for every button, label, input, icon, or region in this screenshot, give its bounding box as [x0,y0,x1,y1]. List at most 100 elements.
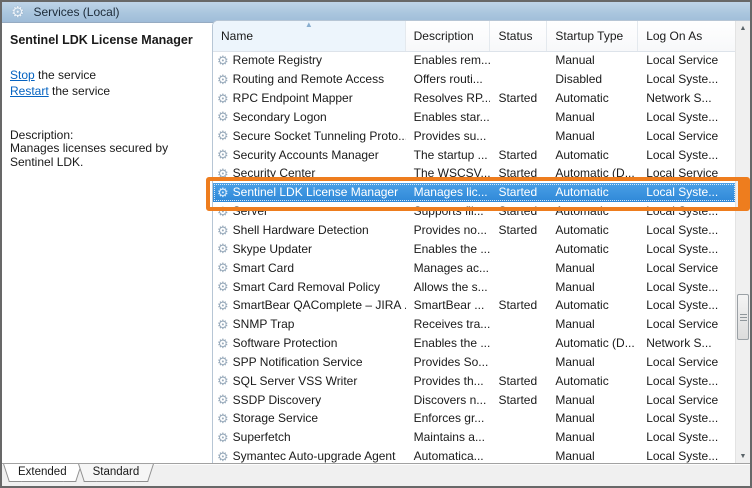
service-row[interactable]: ⚙Routing and Remote Access Offers routi.… [213,70,736,89]
service-gear-icon: ⚙ [217,205,229,218]
service-description: Provides th... [406,374,491,388]
service-log-on-as: Local Syste... [638,374,736,388]
services-gear-icon: ⚙ [11,5,24,20]
service-status: Started [490,204,547,218]
service-row[interactable]: ⚙Software Protection Enables the ... Aut… [213,334,736,353]
service-log-on-as: Local Syste... [638,430,736,444]
service-status: Started [490,91,547,105]
service-startup-type: Automatic [547,374,638,388]
service-gear-icon: ⚙ [217,412,229,425]
service-log-on-as: Local Syste... [638,204,736,218]
service-row[interactable]: ⚙Remote Registry Enables rem... Manual L… [213,51,736,70]
service-row[interactable]: ⚙Superfetch Maintains a... Manual Local … [213,428,736,447]
scroll-down-button[interactable]: ▼ [736,449,750,464]
service-startup-type: Manual [547,317,638,331]
tab-extended[interactable]: Extended [12,464,73,482]
vertical-scrollbar[interactable]: ▲ ▼ [735,21,750,464]
service-name-cell: ⚙SSDP Discovery [213,393,406,407]
service-startup-type: Manual [547,261,638,275]
restart-service-link[interactable]: Restart [10,84,49,98]
service-name: Security Accounts Manager [233,148,379,162]
service-row[interactable]: ⚙SNMP Trap Receives tra... Manual Local … [213,315,736,334]
column-header-name-label: Name [221,29,253,43]
column-header-name[interactable]: ▲ Name [213,21,406,51]
description-label: Description: [10,128,73,142]
list-header: ▲ Name Description Status Startup Type L… [213,21,736,52]
service-row[interactable]: ⚙SmartBear QAComplete – JIRA ... SmartBe… [213,296,736,315]
service-row[interactable]: ⚙Smart Card Removal Policy Allows the s.… [213,277,736,296]
service-name-cell: ⚙Software Protection [213,336,406,350]
service-name-cell: ⚙Smart Card Removal Policy [213,280,406,294]
scroll-up-button[interactable]: ▲ [736,21,750,36]
service-row[interactable]: ⚙Secure Socket Tunneling Proto... Provid… [213,126,736,145]
service-log-on-as: Local Syste... [638,72,736,86]
service-name: Routing and Remote Access [233,72,384,86]
service-gear-icon: ⚙ [217,110,229,123]
service-startup-type: Manual [547,110,638,124]
service-status: Started [490,148,547,162]
service-gear-icon: ⚙ [217,148,229,161]
services-window: ⚙ Services (Local) Sentinel LDK License … [0,0,752,488]
scrollbar-thumb[interactable] [737,294,749,340]
service-startup-type: Manual [547,53,638,67]
service-row[interactable]: ⚙Storage Service Enforces gr... Manual L… [213,409,736,428]
service-startup-type: Automatic (D... [547,336,638,350]
service-name: SNMP Trap [233,317,295,331]
service-row[interactable]: ⚙SSDP Discovery Discovers n... Started M… [213,390,736,409]
service-name-cell: ⚙Remote Registry [213,53,406,67]
stop-service-link[interactable]: Stop [10,68,35,82]
service-row[interactable]: ⚙Secondary Logon Enables star... Manual … [213,108,736,127]
service-name-cell: ⚙SmartBear QAComplete – JIRA ... [213,298,406,312]
column-header-status-label: Status [498,29,532,43]
service-row[interactable]: ⚙Symantec Auto-upgrade Agent Automatica.… [213,447,736,464]
service-name-cell: ⚙Shell Hardware Detection [213,223,406,237]
service-startup-type: Automatic (D... [547,166,638,180]
service-gear-icon: ⚙ [217,186,229,199]
service-name: Server [233,204,268,218]
column-header-log-on-as[interactable]: Log On As [638,21,736,51]
service-status: Started [490,393,547,407]
column-header-description[interactable]: Description [406,21,491,51]
service-status: Started [490,223,547,237]
service-rows: ⚙Remote Registry Enables rem... Manual L… [213,51,736,464]
service-row[interactable]: ⚙Shell Hardware Detection Provides no...… [213,221,736,240]
service-log-on-as: Network S... [638,336,736,350]
service-name: Skype Updater [233,242,312,256]
service-startup-type: Automatic [547,91,638,105]
column-header-startup-type[interactable]: Startup Type [547,21,638,51]
description-text: Manages licenses secured by Sentinel LDK… [10,142,208,169]
service-description: The WSCSV... [406,166,491,180]
service-name-cell: ⚙ Security Accounts Manager [213,148,406,162]
extended-info-panel: Sentinel LDK License Manager Stop the se… [2,23,212,464]
service-description: Provides So... [406,355,491,369]
service-row[interactable]: ⚙Security Center The WSCSV... Started Au… [213,164,736,183]
service-row[interactable]: ⚙Skype Updater Enables the ... Automatic… [213,239,736,258]
tab-standard[interactable]: Standard [87,464,146,482]
restart-service-line: Restart the service [10,83,110,99]
service-log-on-as: Network S... [638,91,736,105]
column-header-status[interactable]: Status [490,21,547,51]
service-row[interactable]: ⚙Security Accounts Manager The startup .… [213,145,736,164]
service-name-cell: ⚙Routing and Remote Access [213,72,406,86]
service-gear-icon: ⚙ [217,299,229,312]
service-name: Sentinel LDK License Manager [233,185,398,199]
service-name: Storage Service [233,411,318,425]
service-startup-type: Disabled [547,72,638,86]
service-startup-type: Manual [547,129,638,143]
scrollbar-grip [740,314,747,321]
service-row[interactable]: ⚙SPP Notification Service Provides So...… [213,353,736,372]
service-description: Discovers n... [406,393,491,407]
service-gear-icon: ⚙ [217,431,229,444]
service-name-cell: ⚙SNMP Trap [213,317,406,331]
service-name: Smart Card Removal Policy [233,280,380,294]
service-log-on-as: Local Syste... [638,223,736,237]
service-row[interactable]: ⚙Smart Card Manages ac... Manual Local S… [213,258,736,277]
column-header-log-on-as-label: Log On As [646,29,702,43]
service-row[interactable]: ⚙Server Supports fil... Started Automati… [213,202,736,221]
service-name-cell: ⚙SQL Server VSS Writer [213,374,406,388]
service-row[interactable]: ⚙RPC Endpoint Mapper Resolves RP... Star… [213,89,736,108]
service-row[interactable]: ⚙Sentinel LDK License Manager Manages li… [213,183,736,202]
service-row[interactable]: ⚙SQL Server VSS Writer Provides th... St… [213,371,736,390]
service-status: Started [490,166,547,180]
view-tab-strip: Extended Standard [2,463,750,486]
